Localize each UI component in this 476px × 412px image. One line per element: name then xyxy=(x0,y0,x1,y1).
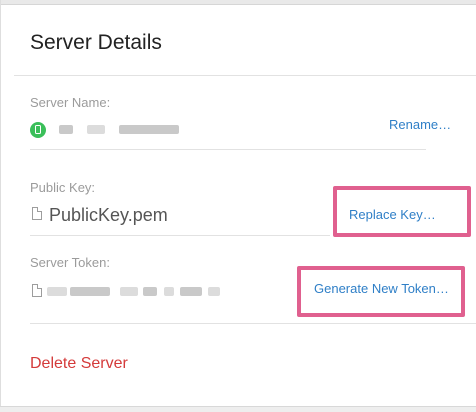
public-key-label: Public Key: xyxy=(30,180,96,195)
redacted-token xyxy=(120,287,138,296)
section-divider xyxy=(30,149,426,150)
server-token-label: Server Token: xyxy=(30,255,110,270)
server-details-panel: Server Details Server Name: Rename… Publ… xyxy=(0,0,476,412)
redacted-token xyxy=(208,287,220,296)
section-divider xyxy=(30,323,476,324)
redacted-token xyxy=(70,287,110,296)
delete-server-button[interactable]: Delete Server xyxy=(30,355,128,373)
bottom-border xyxy=(0,406,476,412)
redacted-server-name xyxy=(59,125,73,134)
public-key-file-name: PublicKey.pem xyxy=(49,205,168,225)
title-divider xyxy=(14,75,476,76)
server-name-label: Server Name: xyxy=(30,95,111,110)
highlight-box-replace-key xyxy=(333,186,471,237)
highlight-box-generate-token xyxy=(297,266,465,317)
top-border xyxy=(0,0,476,5)
redacted-token xyxy=(180,287,202,296)
section-divider xyxy=(30,235,330,236)
document-icon xyxy=(32,284,42,297)
redacted-token xyxy=(47,287,67,296)
left-border xyxy=(0,0,1,411)
redacted-server-name xyxy=(87,125,105,134)
phone-icon xyxy=(30,122,46,138)
page-title: Server Details xyxy=(30,31,162,54)
redacted-token xyxy=(164,287,174,296)
rename-link[interactable]: Rename… xyxy=(389,117,451,132)
redacted-token xyxy=(143,287,157,296)
redacted-server-name xyxy=(119,125,179,134)
document-icon xyxy=(32,207,42,220)
